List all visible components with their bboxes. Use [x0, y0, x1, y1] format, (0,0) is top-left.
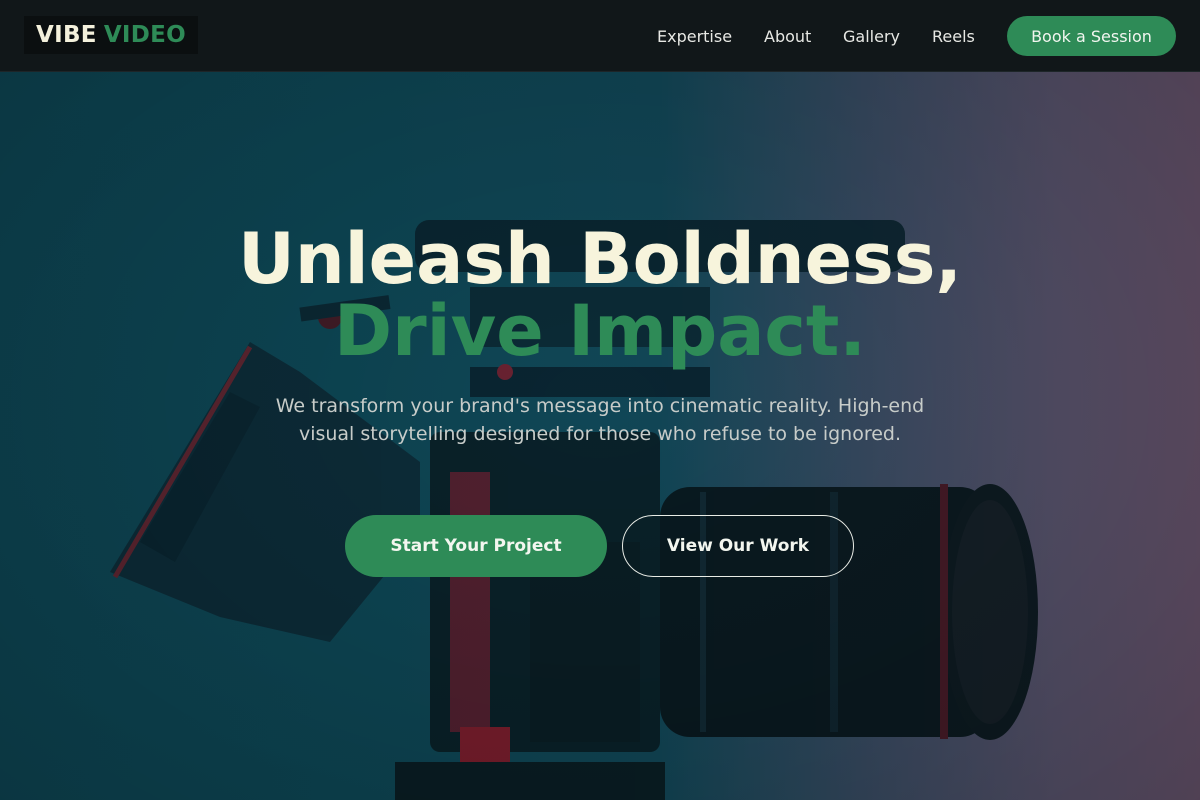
site-header: VIBE VIDEO Expertise About Gallery Reels… — [0, 0, 1200, 72]
view-work-button[interactable]: View Our Work — [622, 515, 854, 577]
book-session-button[interactable]: Book a Session — [1007, 16, 1176, 56]
hero-section: Unleash Boldness, Drive Impact. We trans… — [0, 72, 1200, 800]
hero-subtitle: We transform your brand's message into c… — [275, 395, 925, 445]
nav-link-about[interactable]: About — [764, 0, 811, 72]
nav-link-gallery[interactable]: Gallery — [843, 0, 900, 72]
start-project-button[interactable]: Start Your Project — [345, 515, 607, 577]
nav-link-expertise[interactable]: Expertise — [657, 0, 732, 72]
hero-headline-line2: Drive Impact. — [334, 290, 866, 372]
brand-logo[interactable]: VIBE VIDEO — [24, 16, 199, 54]
brand-name-part2: VIDEO — [103, 22, 187, 48]
nav-link-reels[interactable]: Reels — [932, 0, 975, 72]
hero-headline-line1: Unleash Boldness, — [237, 218, 963, 300]
brand-name-part1: VIBE — [36, 22, 97, 48]
